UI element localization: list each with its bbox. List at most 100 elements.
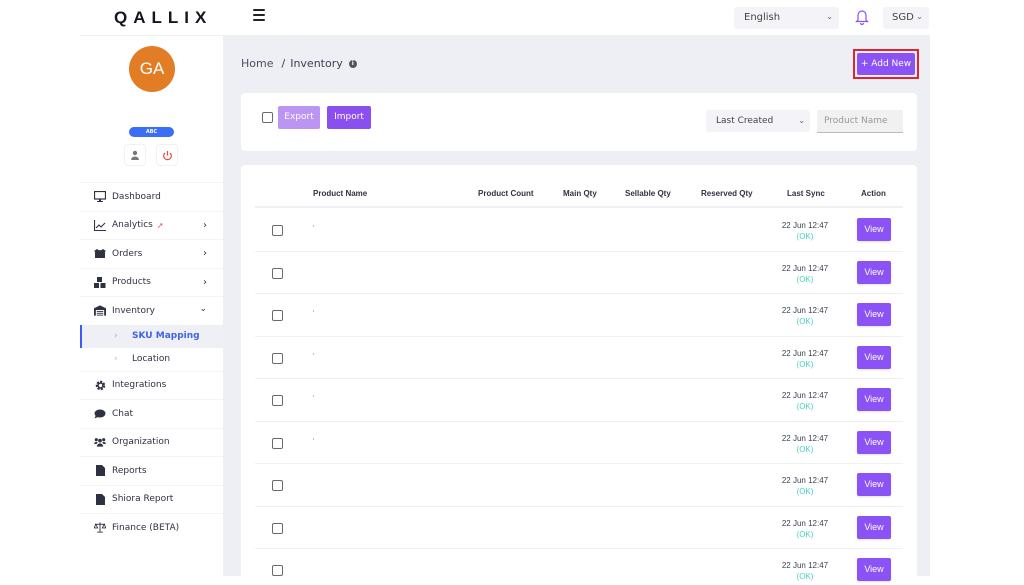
filter-card: Export Import Last Created ⌄ bbox=[241, 93, 917, 151]
sidebar-subitem-label: Location bbox=[132, 354, 171, 364]
row-checkbox[interactable] bbox=[272, 565, 283, 576]
box-open-icon bbox=[94, 248, 106, 260]
sidebar-item-label: Products bbox=[112, 277, 151, 288]
view-button[interactable]: View bbox=[857, 345, 891, 369]
sort-select[interactable]: Last Created ⌄ bbox=[706, 110, 810, 132]
sidebar-item-orders[interactable]: Orders › bbox=[80, 239, 223, 268]
currency-select[interactable]: SGD ⌄ bbox=[883, 7, 929, 29]
export-button[interactable]: Export bbox=[278, 106, 320, 129]
sync-status: (OK) bbox=[796, 359, 814, 369]
table-row: 22 Jun 12:47 (OK) View bbox=[255, 337, 903, 379]
row-checkbox[interactable] bbox=[272, 225, 283, 236]
sort-value: Last Created bbox=[716, 116, 774, 126]
view-button[interactable]: View bbox=[857, 260, 891, 284]
sidebar: GA ABC Dashboard Analytics ➚ › Orders › … bbox=[80, 36, 223, 576]
product-thumbnail bbox=[313, 310, 314, 312]
product-thumbnail bbox=[313, 225, 314, 227]
language-select[interactable]: English ⌄ bbox=[734, 7, 839, 29]
bell-icon[interactable] bbox=[855, 9, 869, 26]
last-sync-time: 22 Jun 12:47 bbox=[781, 348, 829, 358]
table-row: 22 Jun 12:47 (OK) View bbox=[255, 252, 903, 294]
file-icon bbox=[94, 493, 106, 505]
row-checkbox[interactable] bbox=[272, 352, 283, 364]
row-checkbox[interactable] bbox=[272, 437, 283, 449]
sidebar-item-analytics[interactable]: Analytics ➚ › bbox=[80, 210, 223, 240]
sidebar-item-label: Integrations bbox=[112, 380, 167, 391]
last-sync-cell: 22 Jun 12:47 (OK) bbox=[765, 475, 845, 497]
sidebar-item-inventory[interactable]: Inventory ⌄ bbox=[80, 296, 223, 325]
chevron-right-icon: › bbox=[114, 354, 118, 364]
sidebar-item-label: Reports bbox=[112, 465, 147, 476]
sidebar-item-chat[interactable]: Chat bbox=[80, 399, 223, 428]
view-button[interactable]: View bbox=[857, 388, 891, 411]
top-bar: QALLIX English ⌄ SGD ⌄ bbox=[80, 0, 930, 36]
row-checkbox[interactable] bbox=[272, 522, 283, 534]
column-header-reserved-qty[interactable]: Reserved Qty bbox=[701, 189, 753, 198]
breadcrumb-separator: / bbox=[281, 57, 286, 70]
table-row: 22 Jun 12:47 (OK) View bbox=[255, 209, 903, 252]
product-name-search-input[interactable] bbox=[817, 110, 903, 133]
app-logo[interactable]: QALLIX bbox=[114, 8, 212, 28]
sync-status: (OK) bbox=[796, 572, 814, 581]
sidebar-item-integrations[interactable]: Integrations bbox=[80, 370, 223, 400]
table-header: Product Name Product Count Main Qty Sell… bbox=[255, 165, 903, 208]
chevron-right-icon: › bbox=[203, 219, 207, 231]
chart-line-icon bbox=[94, 219, 106, 231]
select-all-checkbox[interactable] bbox=[262, 112, 273, 123]
sidebar-item-reports[interactable]: Reports bbox=[80, 456, 223, 485]
file-icon bbox=[94, 465, 106, 477]
view-button[interactable]: View bbox=[857, 558, 891, 581]
users-icon bbox=[94, 436, 106, 448]
row-checkbox[interactable] bbox=[272, 310, 283, 321]
column-header-product-name[interactable]: Product Name bbox=[313, 189, 367, 198]
main-content: Home / Inventory i + Add New Export Impo… bbox=[223, 36, 930, 585]
column-header-product-count[interactable]: Product Count bbox=[478, 189, 534, 198]
column-header-last-sync[interactable]: Last Sync bbox=[787, 189, 825, 198]
column-header-sellable-qty[interactable]: Sellable Qty bbox=[625, 189, 671, 198]
view-button[interactable]: View bbox=[857, 515, 891, 539]
view-button[interactable]: View bbox=[857, 430, 891, 454]
sidebar-nav: Dashboard Analytics ➚ › Orders › Product… bbox=[80, 182, 223, 542]
sidebar-subitem-sku-mapping[interactable]: › SKU Mapping bbox=[80, 324, 223, 348]
menu-toggle-icon[interactable] bbox=[253, 9, 265, 21]
view-button[interactable]: View bbox=[857, 473, 891, 496]
view-button[interactable]: View bbox=[857, 303, 891, 326]
sidebar-item-organization[interactable]: Organization bbox=[80, 427, 223, 457]
inventory-table: Product Name Product Count Main Qty Sell… bbox=[241, 165, 917, 585]
last-sync-time: 22 Jun 12:47 bbox=[781, 391, 829, 400]
sync-status: (OK) bbox=[796, 444, 814, 454]
profile-button[interactable] bbox=[124, 144, 146, 166]
table-row: 22 Jun 12:47 (OK) View bbox=[255, 379, 903, 422]
last-sync-cell: 22 Jun 12:47 (OK) bbox=[765, 433, 845, 455]
import-button[interactable]: Import bbox=[327, 106, 371, 129]
view-button[interactable]: View bbox=[857, 218, 891, 241]
chevron-down-icon: ⌄ bbox=[826, 12, 833, 21]
table-row: 22 Jun 12:47 (OK) View bbox=[255, 549, 903, 585]
table-row: 22 Jun 12:47 (OK) View bbox=[255, 507, 903, 549]
sidebar-item-label: Shiora Report bbox=[112, 494, 174, 505]
org-badge: ABC bbox=[129, 127, 174, 137]
add-new-button[interactable]: + Add New bbox=[857, 53, 915, 75]
breadcrumb-current: Inventory bbox=[290, 57, 343, 70]
row-checkbox[interactable] bbox=[272, 480, 283, 491]
logout-button[interactable] bbox=[156, 144, 178, 166]
chevron-right-icon: › bbox=[203, 248, 207, 259]
last-sync-cell: 22 Jun 12:47 (OK) bbox=[765, 560, 845, 582]
sidebar-item-shiora-report[interactable]: Shiora Report bbox=[80, 484, 223, 514]
gear-icon bbox=[94, 379, 106, 391]
breadcrumb-home[interactable]: Home bbox=[241, 57, 273, 70]
column-header-main-qty[interactable]: Main Qty bbox=[563, 189, 597, 198]
row-checkbox[interactable] bbox=[272, 395, 283, 406]
sync-status: (OK) bbox=[796, 402, 814, 411]
info-icon[interactable]: i bbox=[348, 59, 357, 68]
chat-icon bbox=[94, 408, 106, 420]
table-row: 22 Jun 12:47 (OK) View bbox=[255, 422, 903, 464]
sidebar-item-products[interactable]: Products › bbox=[80, 267, 223, 297]
product-thumbnail bbox=[313, 395, 314, 397]
breadcrumb: Home / Inventory i bbox=[241, 57, 357, 70]
sidebar-item-finance[interactable]: Finance (BETA) bbox=[80, 513, 223, 542]
sidebar-item-dashboard[interactable]: Dashboard bbox=[80, 182, 223, 211]
row-checkbox[interactable] bbox=[272, 267, 283, 279]
avatar[interactable]: GA bbox=[129, 46, 175, 92]
sidebar-subitem-location[interactable]: › Location bbox=[80, 348, 223, 371]
